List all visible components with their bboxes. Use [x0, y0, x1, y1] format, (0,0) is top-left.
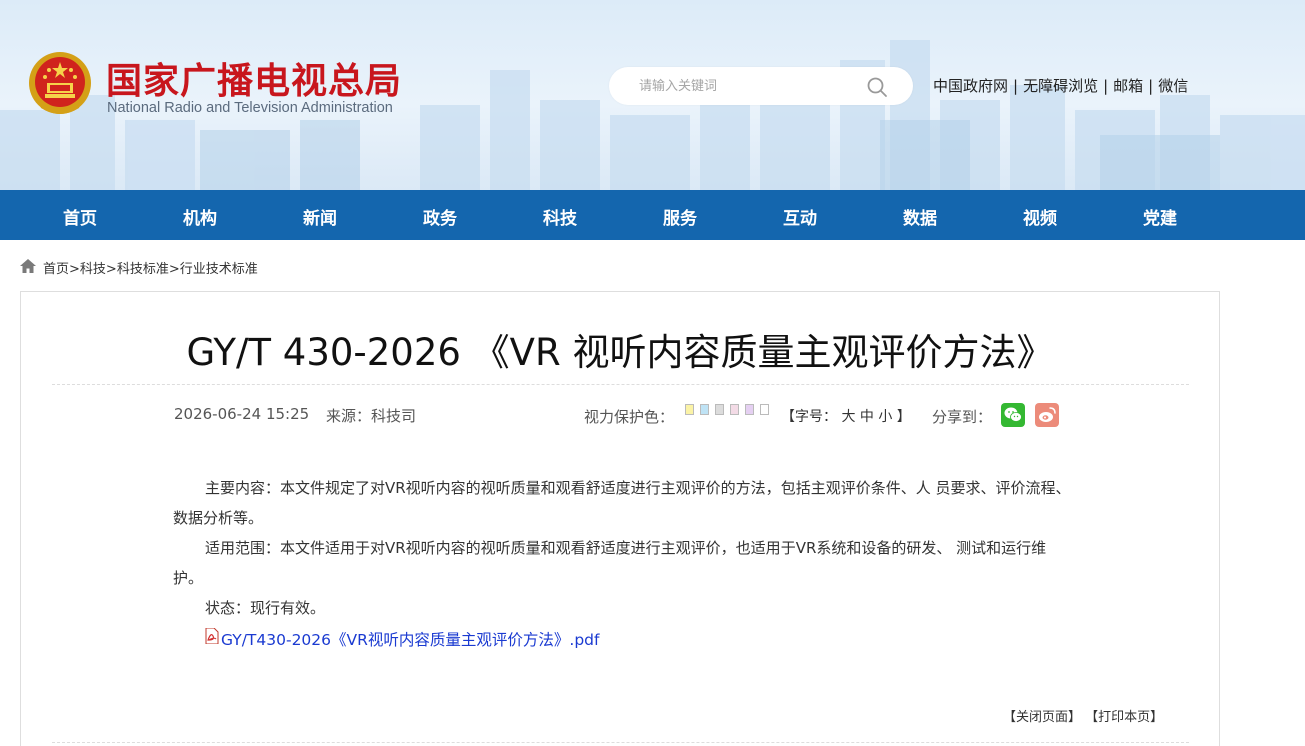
font-size-control[interactable]: 【字号： 大 中 小 】	[781, 406, 911, 426]
search-input[interactable]	[639, 76, 859, 96]
eye-color-swatch-gray[interactable]	[715, 404, 724, 415]
link-wechat[interactable]: 微信	[1158, 77, 1188, 95]
eye-color-swatch-white[interactable]	[760, 404, 769, 415]
nav-item-news[interactable]: 新闻	[290, 204, 350, 229]
nav-item-party[interactable]: 党建	[1130, 204, 1190, 229]
article-source: 来源：科技司	[326, 407, 417, 425]
site-subtitle: National Radio and Television Administra…	[107, 100, 393, 116]
main-nav: 首页 机构 新闻 政务 科技 服务 互动 数据 视频 党建	[0, 190, 1305, 240]
nav-item-data[interactable]: 数据	[890, 204, 950, 229]
eye-color-swatch-pink[interactable]	[730, 404, 739, 415]
separator: |	[1013, 77, 1019, 95]
top-links: 中国政府网 | 无障碍浏览 | 邮箱 | 微信	[933, 75, 1188, 96]
close-page-button[interactable]: 【关闭页面】	[1003, 710, 1081, 725]
eye-color-swatch-blue[interactable]	[700, 404, 709, 415]
eye-color-swatch-yellow[interactable]	[685, 404, 694, 415]
article-title: GY/T 430-2026 《VR 视听内容质量主观评价方法》	[186, 331, 1054, 374]
separator: |	[1148, 77, 1154, 95]
link-gov[interactable]: 中国政府网	[933, 77, 1008, 95]
breadcrumb-home[interactable]: 首页>	[43, 262, 80, 277]
attachment-pdf-link[interactable]: GY/T430-2026《VR视听内容质量主观评价方法》.pdf	[221, 628, 599, 650]
eye-color-swatch-purple[interactable]	[745, 404, 754, 415]
eye-protect-label: 视力保护色：	[584, 408, 675, 426]
weibo-share-icon[interactable]	[1035, 403, 1059, 427]
home-icon	[20, 259, 36, 273]
paragraph-scope: 适用范围：本文件适用于对VR视听内容的视听质量和观看舒适度进行主观评价，也适用于…	[173, 539, 1047, 587]
divider	[52, 742, 1189, 743]
breadcrumb-industry[interactable]: 行业技术标准	[180, 262, 258, 277]
nav-item-affairs[interactable]: 政务	[410, 204, 470, 229]
page-actions: 【关闭页面】 【打印本页】	[1003, 706, 1163, 725]
nav-item-video[interactable]: 视频	[1010, 204, 1070, 229]
publish-date: 2026-06-24 15:25	[174, 405, 310, 423]
site-title[interactable]: 国家广播电视总局	[106, 52, 402, 104]
national-emblem-icon	[29, 52, 91, 114]
breadcrumb-standards[interactable]: 科技标准>	[117, 262, 180, 277]
link-mail[interactable]: 邮箱	[1113, 77, 1143, 95]
paragraph-status: 状态：现行有效。	[205, 599, 326, 617]
nav-item-interact[interactable]: 互动	[770, 204, 830, 229]
search-icon[interactable]	[866, 76, 888, 98]
wechat-share-icon[interactable]	[1001, 403, 1025, 427]
nav-item-tech[interactable]: 科技	[530, 204, 590, 229]
site-header: 国家广播电视总局 National Radio and Television A…	[0, 0, 1305, 190]
divider	[52, 384, 1189, 385]
link-accessibility[interactable]: 无障碍浏览	[1023, 77, 1098, 95]
pdf-file-icon	[205, 628, 219, 644]
separator: |	[1103, 77, 1109, 95]
nav-item-org[interactable]: 机构	[170, 204, 230, 229]
breadcrumb-tech[interactable]: 科技>	[80, 262, 117, 277]
paragraph-main-content: 主要内容：本文件规定了对VR视听内容的视听质量和观看舒适度进行主观评价的方法，包…	[173, 479, 1071, 527]
breadcrumb: 首页>科技>科技标准>行业技术标准	[43, 258, 258, 277]
nav-item-home[interactable]: 首页	[50, 204, 110, 229]
share-label: 分享到：	[932, 408, 993, 426]
print-page-button[interactable]: 【打印本页】	[1085, 710, 1163, 725]
nav-item-service[interactable]: 服务	[650, 204, 710, 229]
